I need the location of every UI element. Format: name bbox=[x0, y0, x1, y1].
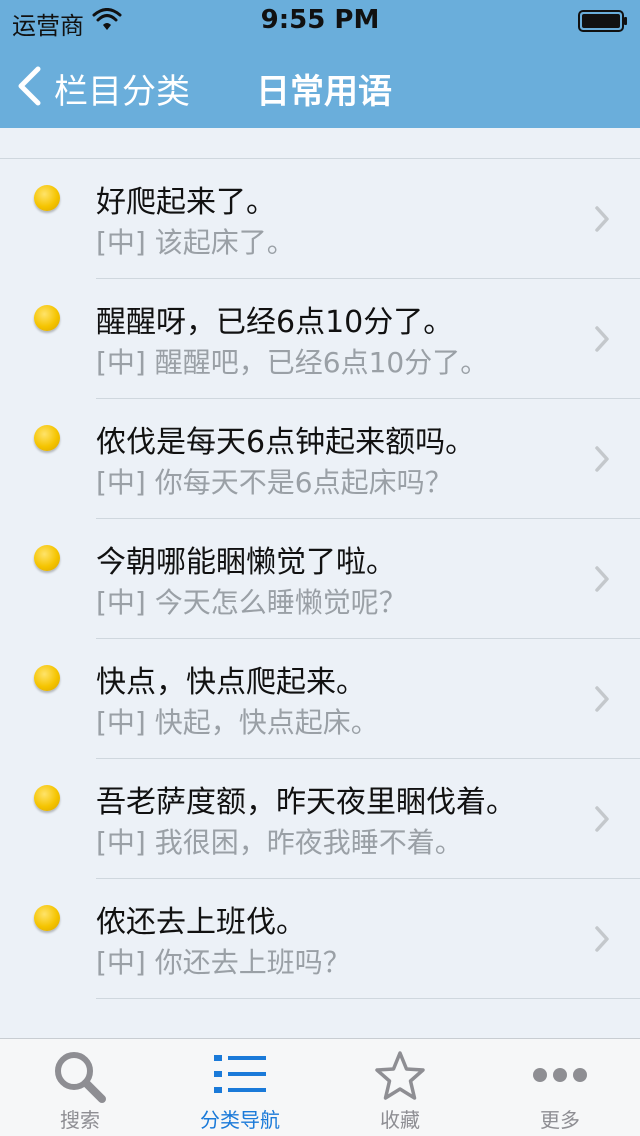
translation-text: [中] 你每天不是6点起床吗？ bbox=[96, 466, 453, 499]
phrase-text: 快点，快点爬起来。 bbox=[96, 665, 366, 700]
star-icon bbox=[375, 1051, 425, 1100]
translation-text: [中] 今天怎么睡懒觉呢？ bbox=[96, 586, 407, 619]
status-time: 9:55 PM bbox=[260, 5, 380, 35]
chevron-right-icon bbox=[595, 206, 609, 232]
chevron-right-icon bbox=[595, 806, 609, 832]
row-divider bbox=[96, 998, 640, 999]
translation-text: [中] 快起，快点起床。 bbox=[96, 706, 379, 739]
phrase-text: 侬还去上班伐。 bbox=[96, 905, 306, 940]
bullet-icon bbox=[34, 425, 60, 451]
list-item[interactable]: 侬还去上班伐。 [中] 你还去上班吗？ bbox=[0, 879, 640, 999]
page-title: 日常用语 bbox=[256, 72, 392, 112]
list-item[interactable]: 今朝哪能睏懒觉了啦。 [中] 今天怎么睡懒觉呢？ bbox=[0, 519, 640, 639]
phrase-text: 好爬起来了。 bbox=[96, 185, 276, 220]
more-icon bbox=[533, 1068, 587, 1082]
bullet-icon bbox=[34, 785, 60, 811]
navigation-bar: 栏目分类 日常用语 bbox=[0, 40, 640, 128]
bullet-icon bbox=[34, 545, 60, 571]
chevron-right-icon bbox=[595, 566, 609, 592]
list-item[interactable]: 醒醒呀，已经6点10分了。 [中] 醒醒吧，已经6点10分了。 bbox=[0, 279, 640, 399]
status-bar: 运营商 9:55 PM bbox=[0, 0, 640, 40]
top-bar: 运营商 9:55 PM 栏目分类 日常用语 bbox=[0, 0, 640, 128]
bullet-icon bbox=[34, 185, 60, 211]
chevron-right-icon bbox=[595, 926, 609, 952]
phrase-text: 吾老萨度额，昨天夜里睏伐着。 bbox=[96, 785, 516, 820]
list-item[interactable]: 好爬起来了。 [中] 该起床了。 bbox=[0, 159, 640, 279]
tab-bar: 搜索 分类导航 收藏 更多 bbox=[0, 1038, 640, 1136]
tab-label: 搜索 bbox=[60, 1108, 100, 1132]
translation-text: [中] 你还去上班吗？ bbox=[96, 946, 351, 979]
phrase-list: 好爬起来了。 [中] 该起床了。醒醒呀，已经6点10分了。 [中] 醒醒吧，已经6点… bbox=[0, 158, 640, 999]
list-item[interactable]: 吾老萨度额，昨天夜里睏伐着。 [中] 我很困，昨夜我睡不着。 bbox=[0, 759, 640, 879]
translation-text: [中] 我很困，昨夜我睡不着。 bbox=[96, 826, 463, 859]
tab-category-nav[interactable]: 分类导航 bbox=[160, 1039, 320, 1136]
translation-text: [中] 该起床了。 bbox=[96, 226, 295, 259]
search-icon bbox=[55, 1052, 106, 1103]
bullet-icon bbox=[34, 905, 60, 931]
tab-label: 收藏 bbox=[380, 1108, 420, 1132]
phrase-text: 今朝哪能睏懒觉了啦。 bbox=[96, 545, 396, 580]
tab-label: 分类导航 bbox=[200, 1108, 280, 1132]
back-chevron-icon[interactable] bbox=[16, 66, 42, 106]
chevron-right-icon bbox=[595, 686, 609, 712]
tab-more[interactable]: 更多 bbox=[480, 1039, 640, 1136]
chevron-right-icon bbox=[595, 326, 609, 352]
bullet-icon bbox=[34, 305, 60, 331]
translation-text: [中] 醒醒吧，已经6点10分了。 bbox=[96, 346, 489, 379]
phrase-text: 侬伐是每天6点钟起来额吗。 bbox=[96, 425, 476, 460]
phrase-text: 醒醒呀，已经6点10分了。 bbox=[96, 305, 454, 340]
bullet-icon bbox=[34, 665, 60, 691]
battery-icon bbox=[578, 10, 627, 32]
back-button[interactable]: 栏目分类 bbox=[54, 64, 190, 113]
list-icon bbox=[214, 1055, 266, 1093]
list-item[interactable]: 侬伐是每天6点钟起来额吗。 [中] 你每天不是6点起床吗？ bbox=[0, 399, 640, 519]
tab-search[interactable]: 搜索 bbox=[0, 1039, 160, 1136]
chevron-right-icon bbox=[595, 446, 609, 472]
tab-favorites[interactable]: 收藏 bbox=[320, 1039, 480, 1136]
list-item[interactable]: 快点，快点爬起来。 [中] 快起，快点起床。 bbox=[0, 639, 640, 759]
tab-label: 更多 bbox=[540, 1108, 580, 1132]
